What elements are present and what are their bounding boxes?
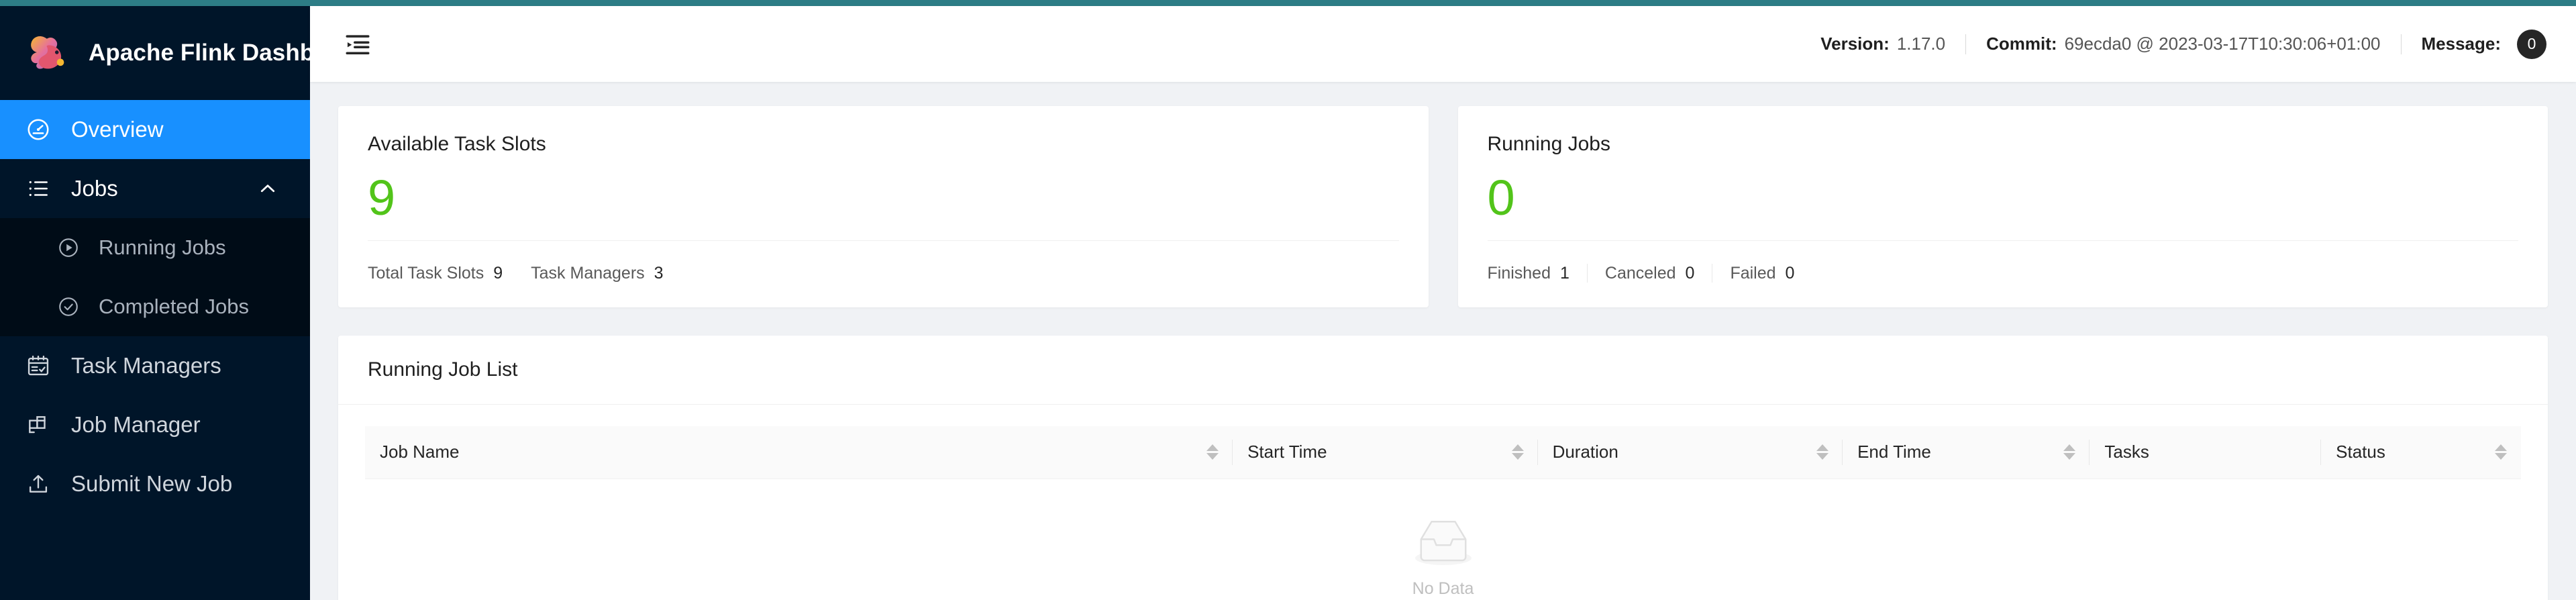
sidebar-item-completed-jobs[interactable]: Completed Jobs (0, 277, 310, 336)
column-header-duration[interactable]: Duration (1537, 426, 1843, 479)
sort-toggle-icon[interactable] (2063, 444, 2076, 460)
sort-toggle-icon[interactable] (1511, 444, 1525, 460)
sort-toggle-icon[interactable] (2494, 444, 2508, 460)
stat-label: Canceled (1604, 263, 1676, 283)
sidebar-item-label: Submit New Job (71, 471, 233, 496)
version-label: Version: (1820, 34, 1890, 54)
sidebar-item-submit-new-job[interactable]: Submit New Job (0, 454, 310, 513)
sidebar-item-overview[interactable]: Overview (0, 100, 310, 159)
table-header-row: Job Name Start Time Duration End Time Ta… (365, 426, 2521, 479)
column-header-status[interactable]: Status (2321, 426, 2521, 479)
available-task-slots-value: 9 (368, 170, 396, 226)
list-icon (25, 176, 51, 201)
main-column: Version: 1.17.0 Commit: 69ecda0 @ 2023-0… (310, 6, 2576, 600)
available-task-slots-card: Available Task Slots 9 Total Task Slots … (338, 106, 1429, 307)
stat-label: Total Task Slots (368, 263, 484, 283)
top-accent-strip (0, 0, 2576, 6)
flink-squirrel-logo-icon (25, 30, 71, 76)
sidebar: Apache Flink Dashboard Overview (0, 6, 310, 600)
column-label: Status (2336, 442, 2385, 462)
commit-info: Commit: 69ecda0 @ 2023-03-17T10:30:06+01… (1986, 34, 2380, 54)
running-jobs-card: Running Jobs 0 Finished 1 Canceled 0 Fai… (1457, 106, 2548, 307)
sidebar-item-label: Task Managers (71, 353, 221, 378)
sidebar-item-label: Jobs (71, 176, 118, 201)
finished-jobs-stat: Finished 1 (1488, 264, 1569, 283)
empty-state-text: No Data (1412, 579, 1474, 598)
task-managers-stat: Task Managers 3 (531, 264, 663, 283)
column-header-start-time[interactable]: Start Time (1233, 426, 1538, 479)
column-header-tasks[interactable]: Tasks (2090, 426, 2322, 479)
top-header: Version: 1.17.0 Commit: 69ecda0 @ 2023-0… (310, 6, 2576, 82)
play-circle-icon (57, 236, 80, 259)
card-title: Running Jobs (1487, 133, 1610, 155)
message-count-badge[interactable]: 0 (2517, 29, 2546, 59)
stat-value: 3 (654, 263, 664, 283)
version-info: Version: 1.17.0 (1820, 34, 1945, 54)
sidebar-item-label: Completed Jobs (99, 295, 250, 318)
commit-value: 69ecda0 @ 2023-03-17T10:30:06+01:00 (2064, 34, 2381, 54)
empty-inbox-icon (1406, 513, 1481, 570)
stat-card-row: Available Task Slots 9 Total Task Slots … (338, 106, 2548, 307)
stat-label: Finished (1487, 263, 1551, 283)
stat-label: Task Managers (531, 263, 645, 283)
sort-toggle-icon[interactable] (1816, 444, 1829, 460)
meta-divider (2400, 34, 2402, 54)
check-circle-icon (57, 295, 80, 318)
sidebar-item-task-managers[interactable]: Task Managers (0, 336, 310, 395)
chevron-up-icon[interactable] (258, 179, 278, 199)
brand-title: Apache Flink Dashboard (89, 40, 310, 66)
stat-value: 0 (1785, 263, 1795, 283)
dashboard-icon (25, 117, 51, 142)
column-label: Start Time (1247, 442, 1327, 462)
header-meta: Version: 1.17.0 Commit: 69ecda0 @ 2023-0… (1820, 29, 2546, 59)
commit-label: Commit: (1986, 34, 2057, 54)
running-job-list-card: Running Job List Job Name Start Time Dur… (338, 336, 2548, 600)
sidebar-item-label: Running Jobs (99, 236, 226, 259)
app-shell: Apache Flink Dashboard Overview (0, 6, 2576, 600)
total-task-slots-stat: Total Task Slots 9 (368, 264, 503, 283)
column-label: End Time (1857, 442, 1931, 462)
stat-value: 0 (1685, 263, 1695, 283)
message-info[interactable]: Message: (2422, 34, 2502, 54)
sidebar-submenu-jobs: Running Jobs Completed Jobs (0, 218, 310, 336)
sidebar-item-label: Overview (71, 117, 164, 142)
version-value: 1.17.0 (1896, 34, 1946, 54)
card-footer: Finished 1 Canceled 0 Failed 0 (1488, 241, 2519, 305)
sidebar-item-jobs[interactable]: Jobs (0, 159, 310, 218)
failed-jobs-stat: Failed 0 (1730, 264, 1794, 283)
stat-value: 1 (1560, 263, 1569, 283)
card-title: Available Task Slots (368, 133, 546, 155)
sidebar-item-running-jobs[interactable]: Running Jobs (0, 218, 310, 277)
layout-blocks-icon (25, 412, 51, 438)
meta-divider (1965, 34, 1967, 54)
schedule-icon (25, 353, 51, 379)
card-footer: Total Task Slots 9 Task Managers 3 (368, 241, 1399, 305)
column-label: Job Name (380, 442, 460, 462)
sidebar-item-label: Job Manager (71, 412, 201, 437)
sort-toggle-icon[interactable] (1206, 444, 1219, 460)
running-job-table: Job Name Start Time Duration End Time Ta… (365, 426, 2521, 479)
menu-fold-icon[interactable] (337, 23, 378, 65)
empty-state: No Data (365, 479, 2521, 600)
column-header-end-time[interactable]: End Time (1843, 426, 2090, 479)
column-label: Tasks (2104, 442, 2149, 462)
canceled-jobs-stat: Canceled 0 (1605, 264, 1695, 283)
running-job-list-body: Job Name Start Time Duration End Time Ta… (338, 405, 2548, 600)
running-job-list-title: Running Job List (338, 336, 2548, 405)
column-header-job-name[interactable]: Job Name (365, 426, 1233, 479)
upload-icon (25, 471, 51, 497)
stat-label: Failed (1730, 263, 1776, 283)
content-area: Available Task Slots 9 Total Task Slots … (310, 82, 2576, 600)
brand[interactable]: Apache Flink Dashboard (0, 6, 310, 100)
stat-value: 9 (493, 263, 503, 283)
column-label: Duration (1552, 442, 1618, 462)
running-jobs-value: 0 (1487, 170, 1515, 226)
footer-divider (1586, 264, 1588, 283)
message-label: Message: (2421, 34, 2502, 54)
sidebar-item-job-manager[interactable]: Job Manager (0, 395, 310, 454)
